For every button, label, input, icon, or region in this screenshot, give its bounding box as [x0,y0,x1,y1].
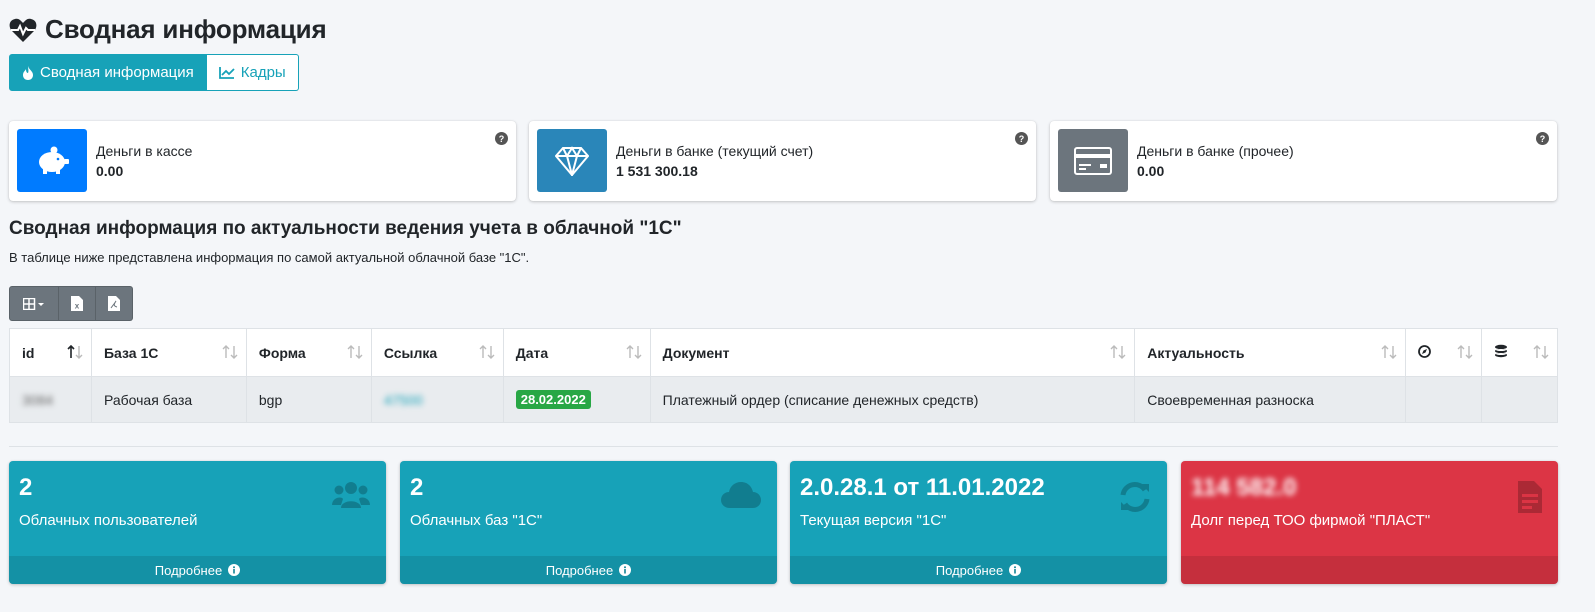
column-header-form[interactable]: Форма [245,328,372,377]
table-header-row: id База 1С Форма Ссылка Дата Документ Ак… [9,328,1558,377]
stat-box-users: 2 Облачных пользователей Подробнее [9,461,386,584]
stat-debt-label: Долг перед ТОО фирмой "ПЛАСТ" [1191,512,1431,529]
sort-icon [1110,345,1126,359]
cell-base: Рабочая база [90,376,247,423]
sync-icon [1120,482,1150,512]
tab-bar: Сводная информация Кадры [9,54,299,91]
fire-icon [23,65,33,80]
grid-icon [23,297,44,310]
sort-icon [479,345,495,359]
column-header-link[interactable]: Ссылка [370,328,504,377]
info-box-cash-icon-bg [17,129,87,192]
cell-id: 3084 [9,376,92,423]
cell-link-anchor[interactable]: 47500 [384,392,423,408]
svg-text:?: ? [1019,134,1025,144]
info-box-bank-current: Деньги в банке (текущий счет) 1 531 300.… [529,121,1036,201]
section-description: В таблице ниже представлена информация п… [9,250,530,265]
columns-toggle-button[interactable] [9,286,59,321]
stat-version-number: 2.0.28.1 от 11.01.2022 [800,474,1045,501]
info-box-bank-other-icon-bg [1058,129,1128,192]
cell-actuality: Своевременная разноска [1134,376,1407,423]
page-title-text: Сводная информация [45,14,327,44]
cell-form: bgp [245,376,372,423]
question-circle-icon[interactable]: ? [495,132,508,145]
stat-users-number: 2 [19,474,33,501]
column-header-actuality[interactable]: Актуальность [1134,328,1407,377]
export-pdf-button[interactable] [96,286,133,321]
stat-version-label: Текущая версия "1С" [800,512,947,529]
section-title: Сводная информация по актуальности веден… [9,218,682,239]
info-box-bank-current-value: 1 531 300.18 [616,163,698,179]
sort-icon [347,345,363,359]
piggy-bank-icon [39,146,69,174]
stat-debt-number: 114 582.0 [1191,474,1297,501]
stat-users-more-link[interactable]: Подробнее [9,556,386,584]
sort-icon [1533,345,1549,359]
info-circle-icon [228,564,241,576]
svg-text:?: ? [1540,134,1546,144]
page-title: Сводная информация [9,14,327,45]
sort-icon [1457,345,1473,359]
tab-summary-label: Сводная информация [40,64,194,81]
cell-coins [1481,376,1558,423]
credit-card-icon [1074,146,1112,175]
column-header-compass[interactable] [1405,328,1482,377]
stat-box-version: 2.0.28.1 от 11.01.2022 Текущая версия "1… [790,461,1167,584]
question-circle-icon[interactable]: ? [1536,132,1549,145]
info-box-cash-label: Деньги в кассе [96,143,193,159]
data-table: id База 1С Форма Ссылка Дата Документ Ак… [9,328,1558,423]
cloud-icon [721,482,761,508]
gem-icon [555,145,589,176]
info-box-bank-other-label: Деньги в банке (прочее) [1137,143,1294,159]
date-badge: 28.02.2022 [515,390,591,409]
table-toolbar: x [9,286,133,321]
column-header-base[interactable]: База 1С [90,328,247,377]
file-pdf-icon [108,296,120,311]
question-circle-icon[interactable]: ? [1015,132,1028,145]
tab-summary[interactable]: Сводная информация [9,54,207,91]
column-header-date[interactable]: Дата [502,328,651,377]
info-box-bank-current-label: Деньги в банке (текущий счет) [616,143,814,159]
heartbeat-icon [9,18,37,42]
column-header-coins[interactable] [1481,328,1558,377]
stat-box-debt: 114 582.0 Долг перед ТОО фирмой "ПЛАСТ" [1181,461,1558,584]
table-row[interactable]: 3084 Рабочая база bgp 47500 28.02.2022 П… [9,376,1558,423]
divider [9,446,1558,447]
info-box-bank-other: Деньги в банке (прочее) 0.00 ? [1050,121,1557,201]
coins-icon [1495,344,1507,358]
stat-bases-label: Облачных баз "1С" [410,512,543,529]
invoice-icon [1518,481,1542,513]
compass-icon [1418,344,1431,358]
users-icon [332,482,370,508]
tab-staff[interactable]: Кадры [206,54,299,91]
tab-staff-label: Кадры [240,64,286,81]
info-box-cash-value: 0.00 [96,163,124,179]
svg-text:x: x [75,302,80,311]
info-box-bank-current-icon-bg [537,129,607,192]
sort-icon [626,345,642,359]
cell-compass [1405,376,1482,423]
stat-version-more-link[interactable]: Подробнее [790,556,1167,584]
info-box-bank-other-value: 0.00 [1137,163,1165,179]
stat-bases-number: 2 [410,474,424,501]
stat-box-bases: 2 Облачных баз "1С" Подробнее [400,461,777,584]
cell-link: 47500 [370,376,504,423]
stat-users-label: Облачных пользователей [19,512,198,529]
column-header-id[interactable]: id [9,328,92,377]
cell-document: Платежный ордер (списание денежных средс… [649,376,1136,423]
stat-debt-footer[interactable] [1181,556,1558,584]
chart-line-icon [218,67,235,79]
export-excel-button[interactable]: x [59,286,96,321]
file-excel-icon: x [71,296,83,311]
column-header-document[interactable]: Документ [649,328,1136,377]
svg-text:?: ? [499,134,505,144]
cell-date: 28.02.2022 [502,376,651,423]
sort-icon [1381,345,1397,359]
sort-icon [222,345,238,359]
stat-bases-more-link[interactable]: Подробнее [400,556,777,584]
sort-asc-icon [67,345,83,359]
info-circle-icon [619,564,632,576]
info-circle-icon [1009,564,1022,576]
info-box-cash: Деньги в кассе 0.00 ? [9,121,516,201]
